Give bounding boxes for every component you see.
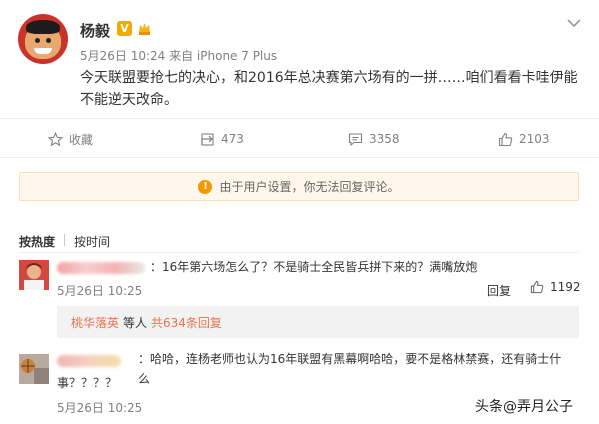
comment-count: 3358 <box>369 132 400 146</box>
action-bar: 收藏 473 3358 2103 <box>0 118 599 158</box>
comment-time: 5月26日 10:25 <box>57 284 143 298</box>
tab-divider <box>64 234 65 246</box>
thumbs-up-icon <box>530 280 544 294</box>
post-text: 今天联盟要抢七的决心，和2016年总决赛第六场有的一拼……咱们看看卡哇伊能 不能… <box>80 67 585 111</box>
commenter-name-blurred[interactable] <box>57 355 121 367</box>
favorite-button[interactable]: 收藏 <box>48 119 93 159</box>
notice-text: 由于用户设置，你无法回复评论。 <box>219 180 400 194</box>
post-text-line: 今天联盟要抢七的决心，和2016年总决赛第六场有的一拼……咱们看看卡哇伊能 <box>80 70 578 86</box>
reply-user-link[interactable]: 桃华落英 <box>71 314 119 331</box>
repost-count: 473 <box>221 132 244 146</box>
star-icon <box>48 131 63 146</box>
comment-text-line: 事？？？？ <box>57 376 118 390</box>
avatar-hair <box>26 20 60 34</box>
author-name[interactable]: 杨毅 <box>80 20 110 41</box>
reply-button[interactable]: 回复 <box>487 282 511 299</box>
favorite-label: 收藏 <box>69 132 94 147</box>
tab-sort-by-hot[interactable]: 按热度 <box>19 233 55 250</box>
post-text-line: 不能逆天改命。 <box>80 92 178 108</box>
commenter-name-blurred[interactable] <box>57 262 145 274</box>
like-button[interactable]: 2103 <box>498 119 550 159</box>
reply-mid-text: 等人 <box>123 315 148 330</box>
repost-button[interactable]: 473 <box>200 119 244 159</box>
comment-text: ：哈哈，连杨老师也认为16年联盟有黑幕啊哈哈，要不是格林禁赛，还有骑士什么 <box>138 349 568 389</box>
avatar-eye-right <box>46 38 51 43</box>
verified-badge: V <box>117 21 132 36</box>
avatar-image <box>19 354 49 384</box>
post-meta: 5月26日 10:24 来自 iPhone 7 Plus <box>80 49 278 63</box>
watermark: 头条@弄月公子 <box>475 399 573 415</box>
chevron-down-icon[interactable] <box>565 16 583 30</box>
avatar-eye-left <box>35 38 40 43</box>
divider <box>19 252 579 253</box>
avatar-image <box>19 260 49 290</box>
reply-restricted-notice: ! 由于用户设置，你无法回复评论。 <box>19 172 579 201</box>
comment-button[interactable]: 3358 <box>348 119 400 159</box>
comment-text: ：16年第六场怎么了？不是骑士全民皆兵拼下来的？满嘴放炮 <box>150 260 478 274</box>
comment-like-button[interactable]: 1192 <box>530 280 581 294</box>
commenter-avatar[interactable] <box>19 354 49 384</box>
repost-icon <box>201 132 214 146</box>
comment-text-line: ：哈哈，连杨老师也认为16年联盟有黑幕啊哈哈，要不是格林禁赛，还有骑士什么 <box>138 352 562 386</box>
author-avatar[interactable] <box>18 14 68 64</box>
like-count: 2103 <box>519 132 550 146</box>
post-header: 杨毅 V 5月26日 10:24 来自 iPhone 7 Plus 今天联盟要抢… <box>0 0 599 118</box>
exclamation-icon: ! <box>198 179 213 194</box>
commenter-avatar[interactable] <box>19 260 49 290</box>
comment-like-count: 1192 <box>550 280 581 294</box>
tab-sort-by-time[interactable]: 按时间 <box>74 233 110 250</box>
member-icon <box>139 23 150 35</box>
thumbs-up-icon <box>498 132 513 146</box>
replies-summary[interactable]: 桃华落英 等人 共634条回复 <box>57 306 579 338</box>
reply-count-link[interactable]: 共634条回复 <box>151 314 222 331</box>
comment-time: 5月26日 10:25 <box>57 401 143 415</box>
comment-icon <box>348 132 363 146</box>
